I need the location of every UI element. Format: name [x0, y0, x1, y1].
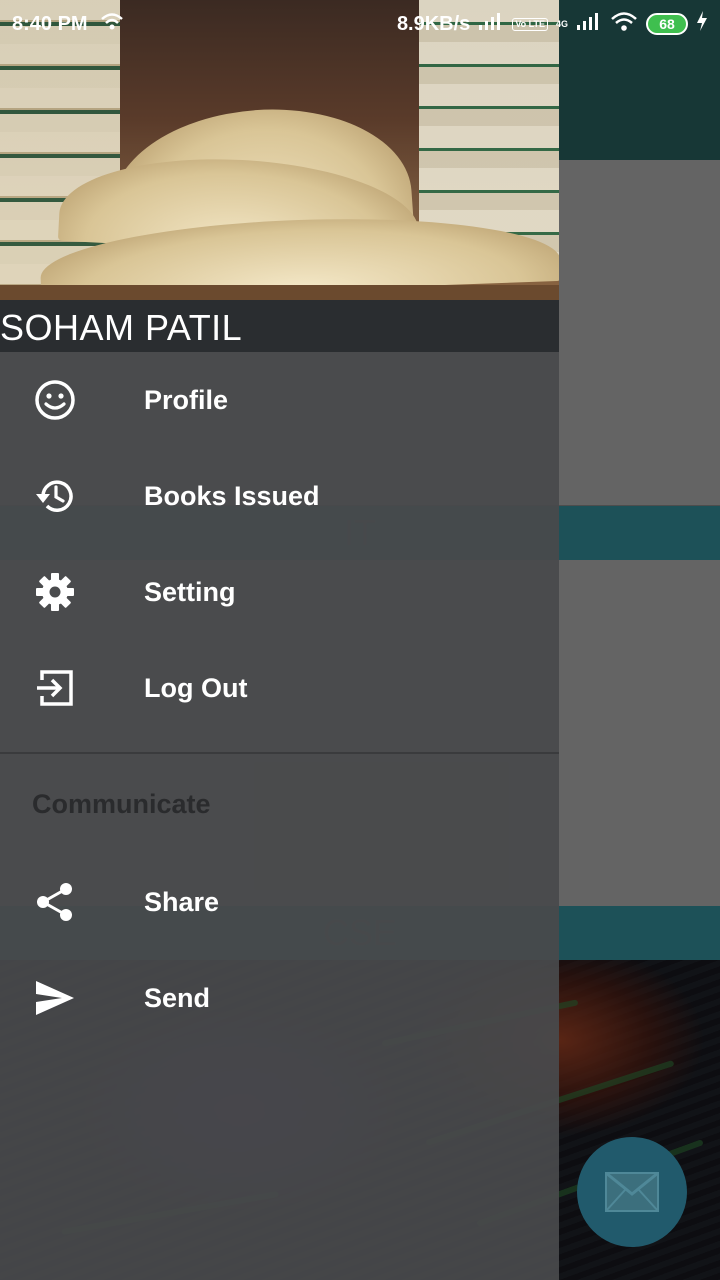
history-icon	[34, 475, 76, 517]
battery-indicator: 68	[646, 13, 688, 35]
menu-item-label: Profile	[144, 384, 229, 415]
status-bar: 8:40 PM 8.9KB/s Vo LTE 4G 68	[0, 0, 720, 48]
navigation-drawer: SOHAM PATIL Profile Books Issued Setting…	[0, 0, 559, 1280]
menu-item-profile[interactable]: Profile	[0, 352, 559, 448]
wifi-icon	[100, 11, 124, 37]
smiley-icon	[34, 379, 76, 421]
share-icon	[34, 881, 76, 923]
menu-item-label: Share	[144, 886, 220, 917]
status-right: 8.9KB/s Vo LTE 4G 68	[397, 10, 708, 38]
drawer-menu: Profile Books Issued Setting Log Out Com…	[0, 352, 559, 1046]
send-icon	[34, 977, 76, 1019]
menu-item-label: Log Out	[144, 672, 248, 703]
menu-item-label: Send	[144, 982, 211, 1013]
mail-icon	[605, 1172, 659, 1212]
gear-icon	[34, 571, 76, 613]
section-title-communicate: Communicate	[32, 788, 211, 819]
menu-item-logout[interactable]: Log Out	[0, 640, 559, 736]
logout-icon	[34, 667, 76, 709]
menu-item-share[interactable]: Share	[0, 854, 559, 950]
signal-icon-2	[576, 11, 602, 37]
volte-badge: Vo LTE	[512, 17, 548, 31]
signal-icon	[478, 11, 504, 37]
menu-item-setting[interactable]: Setting	[0, 544, 559, 640]
wifi-icon-2	[610, 10, 638, 38]
user-name: SOHAM PATIL	[0, 300, 559, 352]
menu-item-send[interactable]: Send	[0, 950, 559, 1046]
menu-item-books-issued[interactable]: Books Issued	[0, 448, 559, 544]
mail-fab-button[interactable]	[577, 1137, 687, 1247]
status-time: 8:40 PM	[12, 12, 88, 35]
network-speed: 8.9KB/s	[396, 12, 471, 35]
network-type: 4G	[555, 19, 568, 29]
charging-icon	[696, 10, 708, 38]
menu-item-label: Books Issued	[144, 480, 320, 511]
menu-item-label: Setting	[144, 576, 236, 607]
